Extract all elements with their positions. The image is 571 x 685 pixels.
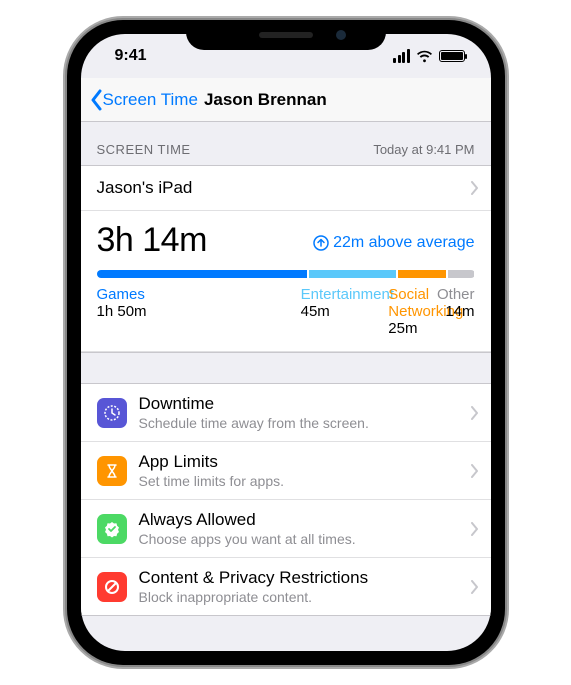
section-timestamp: Today at 9:41 PM (373, 142, 474, 157)
cellular-signal-icon (393, 49, 410, 63)
content-privacy-row[interactable]: Content & Privacy Restrictions Block ina… (81, 558, 491, 615)
legend-label: Other (437, 286, 475, 303)
always-allowed-row[interactable]: Always Allowed Choose apps you want at a… (81, 500, 491, 558)
notch (186, 20, 386, 50)
checkmark-badge-icon (97, 514, 127, 544)
legend-value: 45m (301, 303, 389, 320)
wifi-icon (416, 50, 433, 63)
legend-label: Entertainment (301, 286, 389, 303)
chevron-right-icon (471, 580, 479, 594)
row-subtitle: Block inappropriate content. (139, 589, 475, 605)
chevron-right-icon (471, 464, 479, 478)
chevron-left-icon (89, 89, 103, 111)
legend-label: Social Networking (388, 286, 437, 320)
section-gap (81, 353, 491, 383)
legend-value: 1h 50m (97, 303, 301, 320)
bar-segment-games (97, 270, 308, 278)
usage-card: Jason's iPad 3h 14m 22m above average (81, 165, 491, 353)
screen: 9:41 Screen Time Jason Brennan SCREEN TI… (81, 34, 491, 651)
speaker-grille (259, 32, 313, 38)
downtime-row[interactable]: Downtime Schedule time away from the scr… (81, 384, 491, 442)
row-title: App Limits (139, 452, 475, 472)
legend-games: Games 1h 50m (97, 286, 301, 337)
bar-segment-entertainment (309, 270, 395, 278)
back-button[interactable]: Screen Time (89, 89, 198, 111)
bar-segment-social (398, 270, 446, 278)
usage-bar-chart (97, 270, 475, 278)
nav-bar: Screen Time Jason Brennan (81, 78, 491, 122)
front-camera (336, 30, 346, 40)
chevron-right-icon (471, 406, 479, 420)
status-time: 9:41 (103, 47, 147, 65)
row-subtitle: Choose apps you want at all times. (139, 531, 475, 547)
chevron-right-icon (471, 522, 479, 536)
legend-label: Games (97, 286, 301, 303)
above-average-text: 22m above average (333, 234, 474, 252)
no-symbol-icon (97, 572, 127, 602)
phone-frame: 9:41 Screen Time Jason Brennan SCREEN TI… (67, 20, 505, 665)
app-limits-row[interactable]: App Limits Set time limits for apps. (81, 442, 491, 500)
section-label: SCREEN TIME (97, 142, 191, 157)
row-title: Downtime (139, 394, 475, 414)
bar-segment-other (448, 270, 475, 278)
back-label: Screen Time (103, 90, 198, 110)
chevron-right-icon (471, 181, 479, 195)
above-average: 22m above average (313, 234, 474, 252)
settings-list: Downtime Schedule time away from the scr… (81, 383, 491, 616)
legend-value: 14m (437, 303, 475, 320)
arrow-up-icon (313, 235, 329, 251)
nav-title: Jason Brennan (204, 90, 327, 110)
row-subtitle: Set time limits for apps. (139, 473, 475, 489)
battery-icon (439, 50, 465, 62)
legend-social: Social Networking 25m (388, 286, 437, 337)
row-title: Content & Privacy Restrictions (139, 568, 475, 588)
legend-other: Other 14m (437, 286, 475, 337)
row-title: Always Allowed (139, 510, 475, 530)
total-time: 3h 14m (97, 221, 207, 260)
legend-value: 25m (388, 320, 437, 337)
device-name: Jason's iPad (97, 178, 193, 198)
legend-entertainment: Entertainment 45m (301, 286, 389, 337)
device-row[interactable]: Jason's iPad (81, 166, 491, 211)
section-header: SCREEN TIME Today at 9:41 PM (81, 122, 491, 165)
downtime-icon (97, 398, 127, 428)
row-subtitle: Schedule time away from the screen. (139, 415, 475, 431)
hourglass-icon (97, 456, 127, 486)
usage-legend: Games 1h 50m Entertainment 45m Social Ne… (97, 286, 475, 337)
usage-summary: 3h 14m 22m above average Games 1h 50m (81, 211, 491, 352)
